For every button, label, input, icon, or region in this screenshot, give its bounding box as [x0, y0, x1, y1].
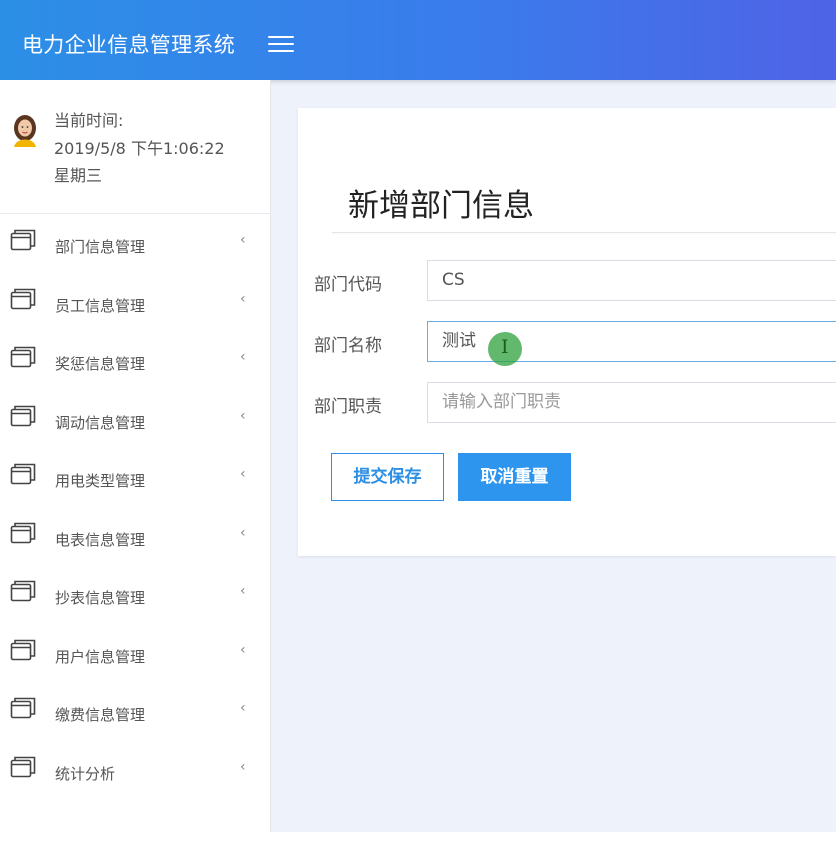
window-icon [10, 580, 36, 602]
submit-save-button[interactable]: 提交保存 [331, 453, 444, 501]
text-cursor-icon: I [501, 336, 509, 358]
sidebar-item-label: 电表信息管理 [55, 530, 146, 549]
chevron-left-icon: ‹ [240, 758, 246, 775]
sidebar-item-payment[interactable]: 缴费信息管理 ‹ [0, 695, 270, 754]
page-title: 新增部门信息 [348, 188, 534, 224]
sidebar-item-statistics[interactable]: 统计分析 ‹ [0, 754, 270, 813]
chevron-left-icon: ‹ [240, 290, 246, 307]
cancel-reset-button[interactable]: 取消重置 [458, 453, 571, 501]
dept-name-label: 部门名称 [314, 336, 382, 356]
sidebar-item-power-type[interactable]: 用电类型管理 ‹ [0, 461, 270, 520]
sidebar-item-label: 调动信息管理 [55, 413, 146, 432]
dept-duty-input[interactable]: 请输入部门职责 [427, 382, 836, 423]
chevron-left-icon: ‹ [240, 349, 246, 365]
chevron-left-icon: ‹ [240, 641, 246, 658]
sidebar-item-transfer[interactable]: 调动信息管理 ‹ [0, 403, 270, 462]
sidebar-item-label: 奖惩信息管理 [55, 355, 146, 373]
window-icon [10, 346, 36, 368]
current-weekday: 星期三 [54, 166, 103, 185]
chevron-left-icon: ‹ [240, 232, 246, 248]
chevron-left-icon: ‹ [240, 700, 246, 716]
sidebar-item-label: 缴费信息管理 [55, 706, 146, 724]
sidebar-item-department[interactable]: 部门信息管理 ‹ [0, 227, 270, 286]
title-divider [332, 232, 836, 233]
sidebar-item-label: 用户信息管理 [55, 647, 146, 666]
sidebar-item-label: 部门信息管理 [55, 238, 146, 256]
chevron-left-icon: ‹ [240, 524, 246, 541]
app-title: 电力企业信息管理系统 [22, 33, 235, 57]
window-icon [10, 405, 36, 426]
sidebar-item-label: 抄表信息管理 [55, 589, 146, 607]
current-time-value: 2019/5/8 下午1:06:22 [54, 139, 225, 158]
hamburger-menu-icon[interactable] [268, 36, 294, 58]
window-icon [10, 697, 36, 719]
window-icon [10, 522, 36, 543]
chevron-left-icon: ‹ [240, 583, 246, 599]
sidebar-item-meter-reading[interactable]: 抄表信息管理 ‹ [0, 578, 270, 637]
avatar [8, 113, 42, 147]
dept-code-input[interactable]: CS [427, 260, 836, 301]
bottom-strip [0, 832, 836, 848]
sidebar: 当前时间: 2019/5/8 下午1:06:22 星期三 部门信息管理 ‹ 员工… [0, 80, 271, 832]
dept-code-label: 部门代码 [314, 275, 382, 295]
window-icon [10, 288, 36, 309]
sidebar-item-label: 员工信息管理 [55, 296, 146, 315]
chevron-left-icon: ‹ [240, 407, 246, 424]
window-icon [10, 756, 36, 777]
sidebar-item-label: 统计分析 [55, 764, 116, 783]
chevron-left-icon: ‹ [240, 466, 246, 482]
window-icon [10, 639, 36, 660]
top-header: 电力企业信息管理系统 [0, 0, 836, 80]
form-card: 新增部门信息 部门代码 CS 部门名称 测试 部门职责 请输入部门职责 I 提交… [298, 108, 836, 556]
sidebar-item-meter[interactable]: 电表信息管理 ‹ [0, 520, 270, 579]
sidebar-item-customer[interactable]: 用户信息管理 ‹ [0, 637, 270, 696]
window-icon [10, 463, 36, 485]
sidebar-item-employee[interactable]: 员工信息管理 ‹ [0, 286, 270, 345]
sidebar-item-label: 用电类型管理 [55, 472, 146, 490]
user-panel: 当前时间: 2019/5/8 下午1:06:22 星期三 [0, 80, 270, 214]
sidebar-item-rewards[interactable]: 奖惩信息管理 ‹ [0, 344, 270, 403]
sidebar-nav: 部门信息管理 ‹ 员工信息管理 ‹ 奖惩信息管理 ‹ 调动信息管理 ‹ 用电类型… [0, 227, 270, 812]
window-icon [10, 229, 36, 251]
current-time-label: 当前时间: [54, 111, 124, 130]
dept-duty-label: 部门职责 [314, 397, 382, 417]
